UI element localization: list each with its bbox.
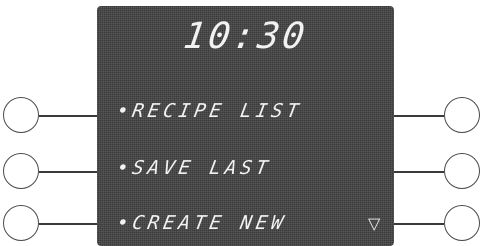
- menu-item-save-last: •SAVE LAST: [115, 157, 274, 179]
- button-lead-line: [394, 115, 444, 117]
- button-lead-line: [39, 115, 97, 117]
- button-lead-line: [394, 171, 444, 173]
- display-screen: 10:30 •RECIPE LIST •SAVE LAST •CREATE NE…: [97, 6, 394, 246]
- button-lead-line: [39, 223, 97, 225]
- button-lead-line: [394, 223, 444, 225]
- button-lead-line: [39, 171, 97, 173]
- right-soft-key-3[interactable]: [444, 205, 480, 241]
- left-soft-key-3[interactable]: [3, 205, 39, 241]
- right-soft-key-1[interactable]: [444, 97, 480, 133]
- menu-item-create-new: •CREATE NEW: [115, 212, 289, 234]
- left-soft-key-1[interactable]: [3, 97, 39, 133]
- control-panel: 10:30 •RECIPE LIST •SAVE LAST •CREATE NE…: [0, 0, 485, 246]
- menu-item-recipe-list: •RECIPE LIST: [115, 100, 305, 122]
- down-triangle-icon: ▽: [368, 214, 381, 233]
- right-soft-key-2[interactable]: [444, 153, 480, 189]
- clock-display: 10:30: [180, 16, 311, 57]
- left-soft-key-2[interactable]: [3, 153, 39, 189]
